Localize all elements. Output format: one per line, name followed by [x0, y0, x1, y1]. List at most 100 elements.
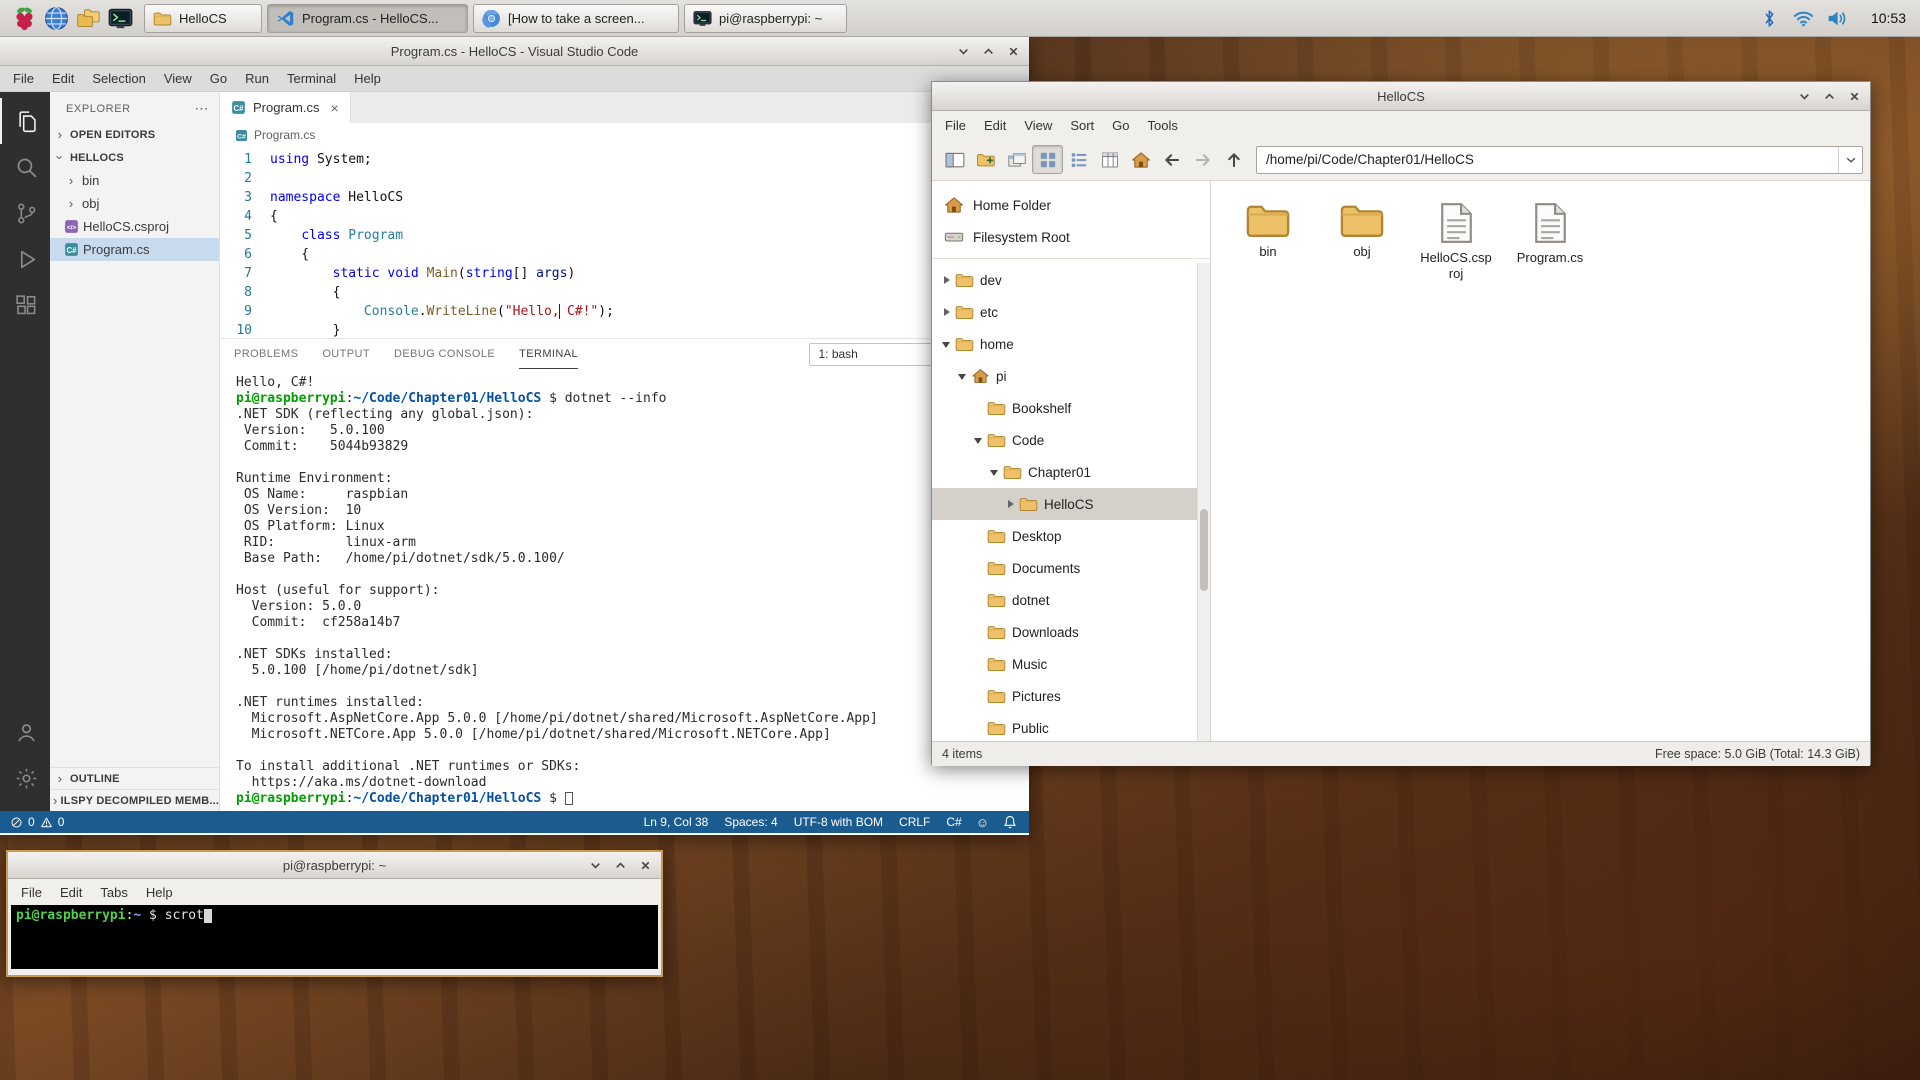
minimize-button[interactable] — [589, 859, 602, 872]
fm-menu-sort[interactable]: Sort — [1061, 114, 1103, 137]
vscode-titlebar[interactable]: Program.cs - HelloCS - Visual Studio Cod… — [0, 37, 1029, 66]
terminal-menu-edit[interactable]: Edit — [51, 881, 91, 904]
activity-source-control[interactable] — [0, 190, 50, 236]
fm-tree-home[interactable]: home — [932, 328, 1210, 360]
activity-account[interactable] — [0, 709, 50, 755]
path-dropdown-button[interactable] — [1838, 147, 1862, 173]
taskbar-task[interactable]: [How to take a screen... — [473, 4, 679, 33]
open-editors-section[interactable]: › OPEN EDITORS — [50, 123, 219, 146]
terminal-console[interactable]: pi@raspberrypi:~ $ scrot — [11, 905, 658, 969]
place-home-folder[interactable]: Home Folder — [932, 189, 1210, 221]
fm-tree-desktop[interactable]: Desktop — [932, 520, 1210, 552]
toolbar-home-button[interactable] — [1125, 145, 1156, 174]
place-filesystem-root[interactable]: Filesystem Root — [932, 221, 1210, 253]
launcher-menu[interactable] — [8, 3, 40, 33]
bluetooth-icon[interactable] — [1759, 9, 1780, 28]
minimize-button[interactable] — [1798, 90, 1811, 103]
clock[interactable]: 10:53 — [1871, 10, 1906, 26]
expander-open-icon[interactable] — [940, 338, 953, 351]
feedback-icon[interactable]: ☺ — [976, 815, 989, 830]
fm-file-obj[interactable]: obj — [1315, 201, 1409, 282]
tab-program-cs[interactable]: C# Program.cs × — [220, 92, 351, 123]
toolbar-up-button[interactable] — [1218, 145, 1249, 174]
toolbar-new-window-button[interactable] — [1001, 145, 1032, 174]
fm-file-hellocs.csproj[interactable]: HelloCS.csp roj — [1409, 201, 1503, 282]
close-button[interactable] — [639, 859, 652, 872]
fm-tree-scrollbar[interactable] — [1197, 263, 1210, 741]
fm-tree-pictures[interactable]: Pictures — [932, 680, 1210, 712]
status-problems[interactable]: 0 0 — [0, 815, 64, 829]
fm-file-bin[interactable]: bin — [1221, 201, 1315, 282]
toolbar-forward-button[interactable] — [1187, 145, 1218, 174]
activity-search[interactable] — [0, 144, 50, 190]
fm-menu-edit[interactable]: Edit — [975, 114, 1015, 137]
panel-tab-output[interactable]: OUTPUT — [322, 339, 370, 369]
minimize-button[interactable] — [957, 45, 970, 58]
fm-tree-chapter01[interactable]: Chapter01 — [932, 456, 1210, 488]
volume-icon[interactable] — [1827, 9, 1848, 28]
expander-open-icon[interactable] — [988, 466, 1001, 479]
status-c-[interactable]: C# — [946, 815, 961, 829]
path-text[interactable]: /home/pi/Code/Chapter01/HelloCS — [1257, 152, 1838, 167]
status-crlf[interactable]: CRLF — [899, 815, 930, 829]
vscode-menu-selection[interactable]: Selection — [83, 67, 154, 90]
wifi-icon[interactable] — [1793, 9, 1814, 28]
notifications-bell-icon[interactable] — [1003, 815, 1017, 829]
toolbar-new-tab-button[interactable] — [970, 145, 1001, 174]
panel-tab-problems[interactable]: PROBLEMS — [234, 339, 298, 369]
toolbar-back-button[interactable] — [1156, 145, 1187, 174]
toolbar-icon-view-button[interactable] — [1032, 145, 1063, 174]
vscode-menu-file[interactable]: File — [4, 67, 43, 90]
activity-run-debug[interactable] — [0, 236, 50, 282]
maximize-button[interactable] — [982, 45, 995, 58]
status-spaces-4[interactable]: Spaces: 4 — [724, 815, 777, 829]
fm-titlebar[interactable]: HelloCS — [932, 82, 1870, 111]
vscode-menu-run[interactable]: Run — [236, 67, 278, 90]
terminal-titlebar[interactable]: pi@raspberrypi: ~ — [8, 852, 661, 879]
vscode-menu-terminal[interactable]: Terminal — [278, 67, 345, 90]
terminal-menu-file[interactable]: File — [12, 881, 51, 904]
explorer-item-obj[interactable]: ›obj — [50, 192, 219, 215]
toolbar-detailed-view-button[interactable] — [1094, 145, 1125, 174]
fm-menu-view[interactable]: View — [1015, 114, 1061, 137]
vscode-menu-go[interactable]: Go — [201, 67, 236, 90]
ilspy-section[interactable]: › ILSPY DECOMPILED MEMB... — [50, 789, 219, 811]
explorer-item-bin[interactable]: ›bin — [50, 169, 219, 192]
fm-menu-tools[interactable]: Tools — [1139, 114, 1187, 137]
fm-tree-public[interactable]: Public — [932, 712, 1210, 741]
fm-tree-music[interactable]: Music — [932, 648, 1210, 680]
activity-explorer[interactable] — [0, 98, 50, 144]
expander-open-icon[interactable] — [972, 434, 985, 447]
path-bar[interactable]: /home/pi/Code/Chapter01/HelloCS — [1256, 146, 1863, 174]
fm-tree-bookshelf[interactable]: Bookshelf — [932, 392, 1210, 424]
launcher-terminal[interactable] — [104, 3, 136, 33]
close-button[interactable] — [1848, 90, 1861, 103]
fm-file-program.cs[interactable]: Program.cs — [1503, 201, 1597, 282]
vscode-menu-view[interactable]: View — [155, 67, 201, 90]
expander-closed-icon[interactable] — [940, 306, 953, 319]
vscode-menu-help[interactable]: Help — [345, 67, 390, 90]
status-utf-8-with-bom[interactable]: UTF-8 with BOM — [794, 815, 883, 829]
status-ln-9-col-38[interactable]: Ln 9, Col 38 — [644, 815, 709, 829]
fm-tree-pi[interactable]: pi — [932, 360, 1210, 392]
fm-menu-file[interactable]: File — [936, 114, 975, 137]
fm-file-view[interactable]: binobjHelloCS.csp rojProgram.cs — [1211, 181, 1870, 741]
maximize-button[interactable] — [1823, 90, 1836, 103]
explorer-item-program.cs[interactable]: C#Program.cs — [50, 238, 219, 261]
activity-settings[interactable] — [0, 755, 50, 801]
vscode-menu-edit[interactable]: Edit — [43, 67, 83, 90]
code-editor[interactable]: 1using System;23namespace HelloCS4{5 cla… — [220, 147, 1029, 338]
panel-tab-terminal[interactable]: TERMINAL — [519, 339, 578, 369]
toolbar-compact-view-button[interactable] — [1063, 145, 1094, 174]
fm-tree-hellocs[interactable]: HelloCS — [932, 488, 1210, 520]
launcher-web-browser[interactable] — [40, 3, 72, 33]
taskbar-task[interactable]: HelloCS — [144, 4, 262, 33]
taskbar-task[interactable]: Program.cs - HelloCS... — [267, 4, 468, 33]
expander-closed-icon[interactable] — [1004, 498, 1017, 511]
project-section[interactable]: › HELLOCS — [50, 146, 219, 169]
activity-extensions[interactable] — [0, 282, 50, 328]
scrollbar-thumb[interactable] — [1200, 509, 1208, 591]
maximize-button[interactable] — [614, 859, 627, 872]
close-button[interactable] — [1007, 45, 1020, 58]
fm-menu-go[interactable]: Go — [1103, 114, 1138, 137]
